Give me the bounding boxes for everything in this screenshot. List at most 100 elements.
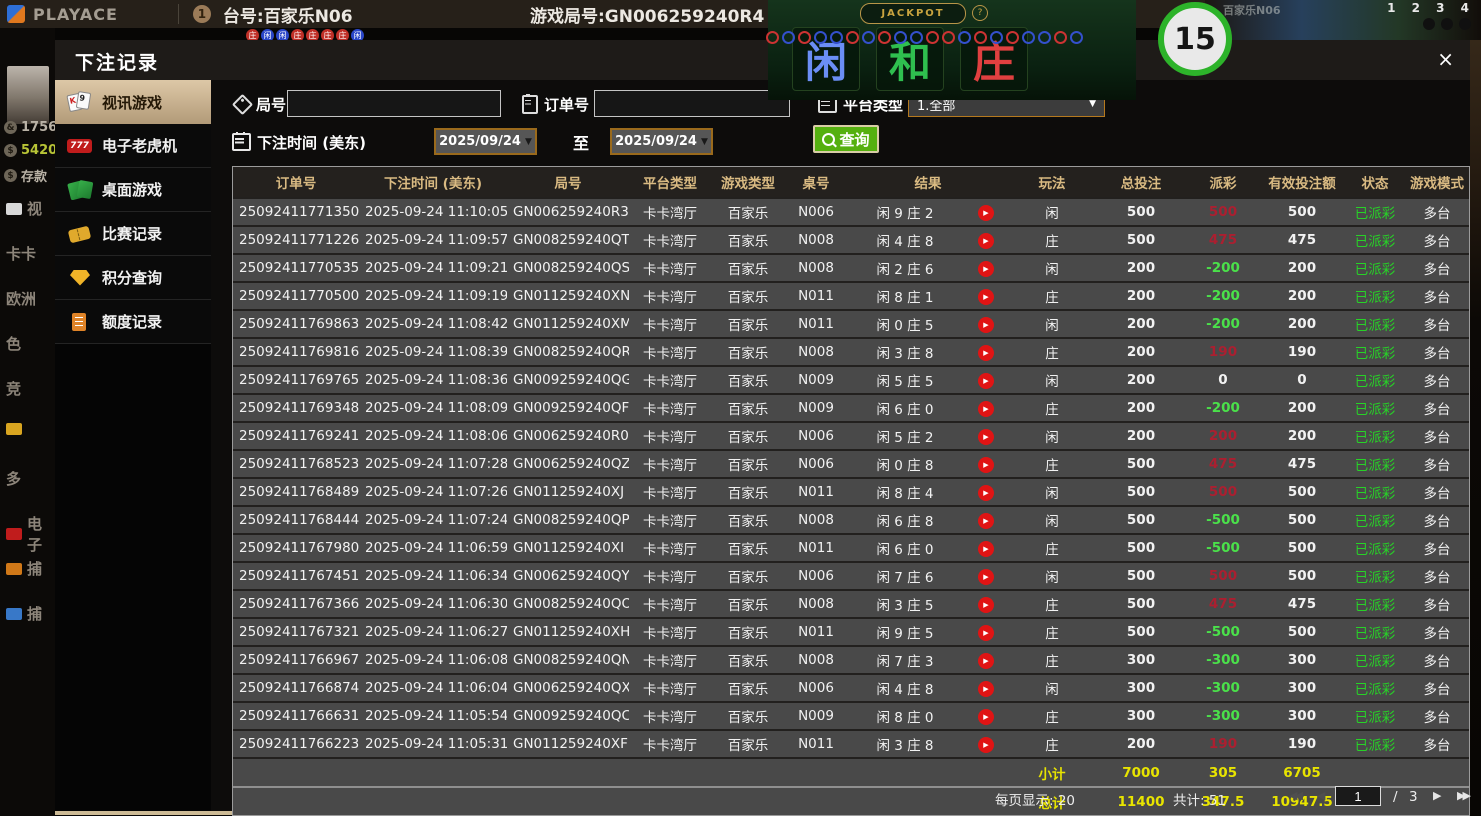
sidebar-item-video-games[interactable]: K 9 视讯游戏 [55, 80, 227, 124]
sidebar-item-quota-records[interactable]: 额度记录 [55, 300, 211, 344]
cell-total-bet: 500 [1126, 204, 1156, 220]
page-number-input[interactable] [1335, 786, 1381, 806]
play-video-icon[interactable]: ▶ [978, 569, 994, 585]
nav-item-label: 视 [27, 200, 43, 218]
sidebar-item-label: 额度记录 [102, 313, 163, 331]
prev-page-icon[interactable]: ◀ [1317, 789, 1325, 802]
order-number-input[interactable] [594, 90, 790, 117]
play-video-icon[interactable]: ▶ [978, 345, 994, 361]
table-row: 250924117705359 2025-09-24 11:09:21 GN00… [233, 253, 1469, 281]
round-number-input[interactable] [287, 90, 501, 117]
play-video-icon[interactable]: ▶ [978, 233, 994, 249]
left-nav-item[interactable]: 多 [6, 468, 21, 489]
left-nav-item[interactable]: 卡卡 [6, 243, 36, 264]
tag-icon [231, 93, 254, 115]
col-bet-on: 玩法 [1038, 176, 1066, 192]
play-video-icon[interactable]: ▶ [978, 373, 994, 389]
user-avatar[interactable] [7, 66, 49, 124]
cell-round-id: GN006259240R3 [513, 204, 629, 220]
sidebar-item-points-query[interactable]: 积分查询 [55, 256, 211, 300]
cell-total-bet: 200 [1126, 260, 1156, 276]
last-page-icon[interactable]: ▶▶ [1457, 789, 1471, 802]
left-nav-item[interactable]: 视 [6, 198, 42, 219]
play-video-icon[interactable]: ▶ [978, 485, 994, 501]
play-video-icon[interactable]: ▶ [978, 625, 994, 641]
date-from-picker[interactable]: 2025/09/24 ▼ [434, 128, 537, 155]
play-video-icon[interactable]: ▶ [978, 597, 994, 613]
cell-table-no: N011 [798, 288, 834, 304]
table-row: 250924117698164 2025-09-24 11:08:39 GN00… [233, 337, 1469, 365]
left-nav-item[interactable]: 欧洲 [6, 288, 36, 309]
play-video-icon[interactable]: ▶ [978, 401, 994, 417]
cell-platform: 卡卡湾厅 [643, 374, 697, 390]
cell-bet-time: 2025-09-24 11:09:57 [365, 232, 507, 248]
cell-play-video: ▶ [963, 427, 1009, 445]
cell-platform: 卡卡湾厅 [643, 682, 697, 698]
deposit-button[interactable]: $ 存款 [4, 166, 47, 185]
seat-dot [1459, 18, 1471, 30]
sidebar-item-slots[interactable]: 777 电子老虎机 [55, 124, 211, 168]
nav-item-label: 捕 [27, 560, 43, 578]
next-page-icon[interactable]: ▶ [1433, 789, 1441, 802]
left-nav-item[interactable]: 捕 [6, 558, 42, 579]
cell-order-id: 250924117697650 [239, 372, 359, 388]
roadmap-ring [830, 31, 843, 44]
cell-play-video: ▶ [963, 623, 1009, 641]
play-video-icon[interactable]: ▶ [978, 429, 994, 445]
cell-order-id: 250924117705001 [239, 288, 359, 304]
cell-game-type: 百家乐 [727, 682, 769, 698]
cell-valid-bet: 300 [1287, 680, 1317, 696]
col-valid-bet: 有效投注额 [1268, 176, 1336, 192]
cell-bet-time: 2025-09-24 11:08:36 [365, 372, 507, 388]
jackpot-badge: JACKPOT [860, 3, 966, 24]
play-video-icon[interactable]: ▶ [978, 317, 994, 333]
left-nav-item[interactable]: 捕 [6, 603, 42, 624]
sidebar-item-table-games[interactable]: 桌面游戏 [55, 168, 211, 212]
left-nav-item[interactable] [6, 423, 27, 435]
play-video-icon[interactable]: ▶ [978, 261, 994, 277]
sidebar-item-match-records[interactable]: 比赛记录 [55, 212, 211, 256]
play-video-icon[interactable]: ▶ [978, 681, 994, 697]
cell-bet-time: 2025-09-24 11:09:21 [365, 260, 507, 276]
left-nav-item[interactable]: 电子 [6, 513, 55, 555]
table-row: 250924117679807 2025-09-24 11:06:59 GN01… [233, 533, 1469, 561]
stat-value: 5420 [21, 143, 58, 158]
cell-total-bet: 500 [1126, 568, 1156, 584]
cell-bet-time: 2025-09-24 11:09:19 [365, 288, 507, 304]
close-icon[interactable]: × [1437, 48, 1454, 70]
play-video-icon[interactable]: ▶ [978, 457, 994, 473]
cell-bet-on: 庄 [1045, 458, 1059, 474]
order-filter-label: 订单号 [544, 95, 590, 114]
cell-game-mode: 多台 [1423, 486, 1451, 502]
jackpot-help-icon[interactable]: ? [972, 5, 988, 21]
cell-bet-on: 庄 [1045, 234, 1059, 250]
cell-order-id: 250924117669676 [239, 652, 359, 668]
play-video-icon[interactable]: ▶ [978, 513, 994, 529]
left-nav-item[interactable]: 色 [6, 333, 21, 354]
cell-game-mode: 多台 [1423, 290, 1451, 306]
date-to-picker[interactable]: 2025/09/24 ▼ [610, 128, 713, 155]
play-video-icon[interactable]: ▶ [978, 653, 994, 669]
cell-status: 已派彩 [1354, 570, 1396, 586]
cell-game-mode: 多台 [1423, 374, 1451, 390]
cell-bet-time: 2025-09-24 11:06:08 [365, 652, 507, 668]
cell-valid-bet: 300 [1287, 652, 1317, 668]
play-video-icon[interactable]: ▶ [978, 205, 994, 221]
left-nav-item[interactable]: 竞 [6, 378, 21, 399]
cell-total-bet: 300 [1126, 708, 1156, 724]
play-video-icon[interactable]: ▶ [978, 289, 994, 305]
play-video-icon[interactable]: ▶ [978, 737, 994, 753]
cell-table-no: N011 [798, 624, 834, 640]
page-count: 3 [1409, 789, 1418, 805]
query-button[interactable]: 查询 [813, 125, 879, 153]
cell-result: 闲 3 庄 8 [876, 346, 934, 362]
first-page-icon[interactable]: ◀◀ [1289, 789, 1303, 802]
cell-status: 已派彩 [1354, 710, 1396, 726]
cell-status: 已派彩 [1354, 738, 1396, 754]
sidebar-item-label: 电子老虎机 [102, 137, 178, 155]
play-video-icon[interactable]: ▶ [978, 541, 994, 557]
play-video-icon[interactable]: ▶ [978, 709, 994, 725]
deposit-label: 存款 [21, 170, 48, 185]
roadmap-ring [862, 31, 875, 44]
cell-game-type: 百家乐 [727, 290, 769, 306]
